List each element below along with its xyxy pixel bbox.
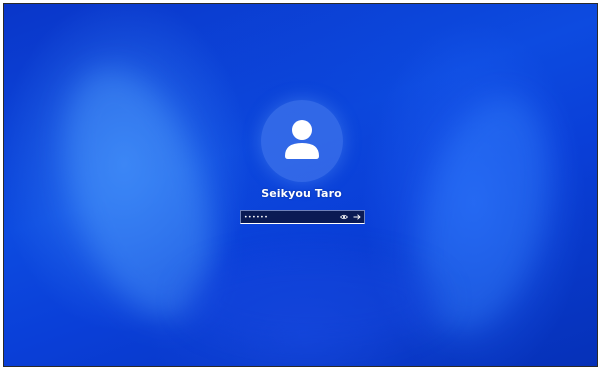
password-field[interactable] — [240, 210, 365, 224]
user-icon — [285, 120, 319, 159]
password-input[interactable] — [241, 211, 338, 223]
arrow-right-icon — [353, 214, 361, 220]
eye-icon[interactable] — [338, 211, 350, 223]
user-avatar — [261, 100, 343, 182]
lock-screen: Seikyou Taro — [3, 3, 598, 367]
user-name: Seikyou Taro — [261, 187, 342, 200]
wallpaper-swirl — [184, 254, 444, 344]
submit-button[interactable] — [351, 211, 363, 223]
